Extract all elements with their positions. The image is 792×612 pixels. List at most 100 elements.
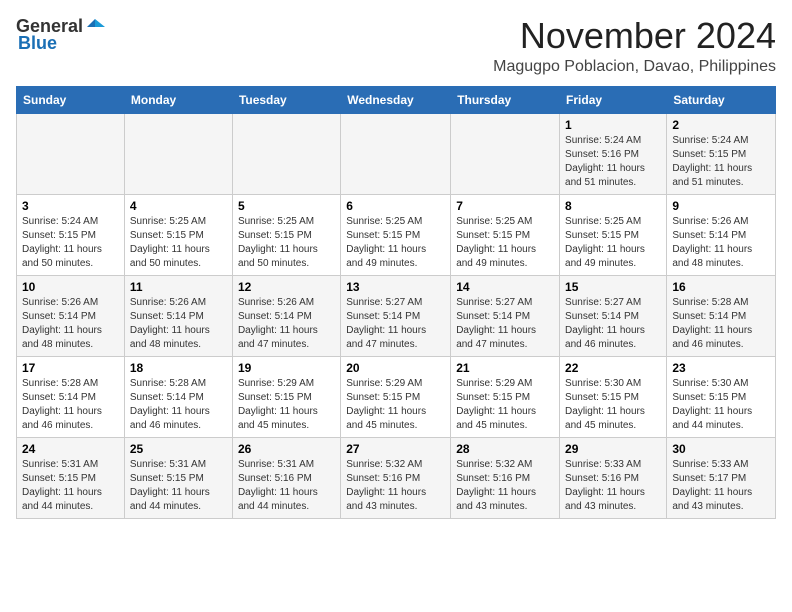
calendar-cell: 14 Sunrise: 5:27 AMSunset: 5:14 PMDayligh… xyxy=(451,275,560,356)
day-detail: Sunrise: 5:25 AMSunset: 5:15 PMDaylight:… xyxy=(238,215,335,271)
logo-bird-icon xyxy=(85,17,105,37)
calendar-cell: 7Sunrise: 5:25 AMSunset: 5:15 PMDaylight… xyxy=(451,194,560,275)
day-number: 15 xyxy=(565,280,661,294)
day-number: 4 xyxy=(130,199,227,213)
logo: General Blue xyxy=(16,16,105,54)
location: Magugpo Poblacion, Davao, Philippines xyxy=(493,58,776,76)
day-number: 28 xyxy=(456,442,554,456)
day-number: 7 xyxy=(456,199,554,213)
calendar-cell: 30 Sunrise: 5:33 AMSunset: 5:17 PMDayligh… xyxy=(667,437,776,518)
day-number: 16 xyxy=(672,280,770,294)
day-number: 23 xyxy=(672,361,770,375)
day-number: 9 xyxy=(672,199,770,213)
day-number: 8 xyxy=(565,199,661,213)
day-detail: Sunrise: 5:28 AMSunset: 5:14 PMDaylight:… xyxy=(130,377,227,433)
calendar-cell xyxy=(341,113,451,194)
day-detail: Sunrise: 5:26 AMSunset: 5:14 PMDaylight:… xyxy=(22,296,119,352)
day-detail: Sunrise: 5:29 AMSunset: 5:15 PMDaylight:… xyxy=(346,377,445,433)
day-number: 22 xyxy=(565,361,661,375)
day-number: 18 xyxy=(130,361,227,375)
weekday-header-wednesday: Wednesday xyxy=(341,86,451,113)
day-number: 19 xyxy=(238,361,335,375)
day-number: 3 xyxy=(22,199,119,213)
day-detail: Sunrise: 5:26 AMSunset: 5:14 PMDaylight:… xyxy=(672,215,770,271)
day-detail: Sunrise: 5:26 AMSunset: 5:14 PMDaylight:… xyxy=(238,296,335,352)
weekday-header-tuesday: Tuesday xyxy=(232,86,340,113)
calendar-cell: 22 Sunrise: 5:30 AMSunset: 5:15 PMDayligh… xyxy=(560,356,667,437)
month-title: November 2024 xyxy=(493,16,776,56)
calendar-cell: 8 Sunrise: 5:25 AMSunset: 5:15 PMDaylight… xyxy=(560,194,667,275)
week-row-5: 24 Sunrise: 5:31 AMSunset: 5:15 PMDayligh… xyxy=(17,437,776,518)
day-detail: Sunrise: 5:25 AMSunset: 5:15 PMDaylight:… xyxy=(130,215,227,271)
calendar-cell: 29Sunrise: 5:33 AMSunset: 5:16 PMDayligh… xyxy=(560,437,667,518)
day-detail: Sunrise: 5:27 AMSunset: 5:14 PMDaylight:… xyxy=(456,296,554,352)
day-number: 12 xyxy=(238,280,335,294)
calendar-cell: 2 Sunrise: 5:24 AMSunset: 5:15 PMDaylight… xyxy=(667,113,776,194)
weekday-header-row: SundayMondayTuesdayWednesdayThursdayFrid… xyxy=(17,86,776,113)
week-row-3: 10 Sunrise: 5:26 AMSunset: 5:14 PMDayligh… xyxy=(17,275,776,356)
day-detail: Sunrise: 5:29 AMSunset: 5:15 PMDaylight:… xyxy=(238,377,335,433)
weekday-header-monday: Monday xyxy=(124,86,232,113)
day-detail: Sunrise: 5:28 AMSunset: 5:14 PMDaylight:… xyxy=(672,296,770,352)
day-detail: Sunrise: 5:28 AMSunset: 5:14 PMDaylight:… xyxy=(22,377,119,433)
calendar-cell: 10 Sunrise: 5:26 AMSunset: 5:14 PMDayligh… xyxy=(17,275,125,356)
day-detail: Sunrise: 5:30 AMSunset: 5:15 PMDaylight:… xyxy=(565,377,661,433)
day-number: 11 xyxy=(130,280,227,294)
calendar-cell: 26 Sunrise: 5:31 AMSunset: 5:16 PMDayligh… xyxy=(232,437,340,518)
day-detail: Sunrise: 5:33 AMSunset: 5:17 PMDaylight:… xyxy=(672,458,770,514)
day-detail: Sunrise: 5:24 AMSunset: 5:16 PMDaylight:… xyxy=(565,134,661,190)
day-detail: Sunrise: 5:29 AMSunset: 5:15 PMDaylight:… xyxy=(456,377,554,433)
calendar-cell: 12 Sunrise: 5:26 AMSunset: 5:14 PMDayligh… xyxy=(232,275,340,356)
day-detail: Sunrise: 5:27 AMSunset: 5:14 PMDaylight:… xyxy=(346,296,445,352)
week-row-4: 17Sunrise: 5:28 AMSunset: 5:14 PMDayligh… xyxy=(17,356,776,437)
day-number: 24 xyxy=(22,442,119,456)
day-number: 14 xyxy=(456,280,554,294)
day-number: 13 xyxy=(346,280,445,294)
week-row-2: 3 Sunrise: 5:24 AMSunset: 5:15 PMDaylight… xyxy=(17,194,776,275)
weekday-header-thursday: Thursday xyxy=(451,86,560,113)
week-row-1: 1 Sunrise: 5:24 AMSunset: 5:16 PMDaylight… xyxy=(17,113,776,194)
day-number: 25 xyxy=(130,442,227,456)
day-detail: Sunrise: 5:31 AMSunset: 5:15 PMDaylight:… xyxy=(22,458,119,514)
day-number: 30 xyxy=(672,442,770,456)
calendar-cell: 27 Sunrise: 5:32 AMSunset: 5:16 PMDayligh… xyxy=(341,437,451,518)
calendar-cell: 19 Sunrise: 5:29 AMSunset: 5:15 PMDayligh… xyxy=(232,356,340,437)
calendar-cell: 23Sunrise: 5:30 AMSunset: 5:15 PMDayligh… xyxy=(667,356,776,437)
day-number: 10 xyxy=(22,280,119,294)
calendar-cell xyxy=(124,113,232,194)
calendar-cell: 3 Sunrise: 5:24 AMSunset: 5:15 PMDaylight… xyxy=(17,194,125,275)
day-number: 1 xyxy=(565,118,661,132)
title-block: November 2024 Magugpo Poblacion, Davao, … xyxy=(493,16,776,76)
calendar-cell: 20 Sunrise: 5:29 AMSunset: 5:15 PMDayligh… xyxy=(341,356,451,437)
day-number: 6 xyxy=(346,199,445,213)
calendar-cell xyxy=(232,113,340,194)
calendar-cell xyxy=(451,113,560,194)
day-number: 2 xyxy=(672,118,770,132)
day-number: 5 xyxy=(238,199,335,213)
calendar-cell: 13 Sunrise: 5:27 AMSunset: 5:14 PMDayligh… xyxy=(341,275,451,356)
calendar-cell: 18 Sunrise: 5:28 AMSunset: 5:14 PMDayligh… xyxy=(124,356,232,437)
day-detail: Sunrise: 5:31 AMSunset: 5:16 PMDaylight:… xyxy=(238,458,335,514)
day-detail: Sunrise: 5:24 AMSunset: 5:15 PMDaylight:… xyxy=(672,134,770,190)
calendar-cell: 28Sunrise: 5:32 AMSunset: 5:16 PMDayligh… xyxy=(451,437,560,518)
day-number: 26 xyxy=(238,442,335,456)
calendar-cell: 17Sunrise: 5:28 AMSunset: 5:14 PMDayligh… xyxy=(17,356,125,437)
calendar-cell: 6 Sunrise: 5:25 AMSunset: 5:15 PMDaylight… xyxy=(341,194,451,275)
day-number: 20 xyxy=(346,361,445,375)
day-number: 29 xyxy=(565,442,661,456)
calendar-cell: 15 Sunrise: 5:27 AMSunset: 5:14 PMDayligh… xyxy=(560,275,667,356)
day-detail: Sunrise: 5:25 AMSunset: 5:15 PMDaylight:… xyxy=(346,215,445,271)
weekday-header-saturday: Saturday xyxy=(667,86,776,113)
calendar-cell: 16 Sunrise: 5:28 AMSunset: 5:14 PMDayligh… xyxy=(667,275,776,356)
day-detail: Sunrise: 5:32 AMSunset: 5:16 PMDaylight:… xyxy=(346,458,445,514)
calendar-cell: 11Sunrise: 5:26 AMSunset: 5:14 PMDayligh… xyxy=(124,275,232,356)
day-detail: Sunrise: 5:25 AMSunset: 5:15 PMDaylight:… xyxy=(565,215,661,271)
day-detail: Sunrise: 5:24 AMSunset: 5:15 PMDaylight:… xyxy=(22,215,119,271)
day-number: 27 xyxy=(346,442,445,456)
day-detail: Sunrise: 5:27 AMSunset: 5:14 PMDaylight:… xyxy=(565,296,661,352)
calendar-cell: 4 Sunrise: 5:25 AMSunset: 5:15 PMDaylight… xyxy=(124,194,232,275)
day-number: 21 xyxy=(456,361,554,375)
calendar-cell: 9 Sunrise: 5:26 AMSunset: 5:14 PMDaylight… xyxy=(667,194,776,275)
day-detail: Sunrise: 5:31 AMSunset: 5:15 PMDaylight:… xyxy=(130,458,227,514)
calendar-cell: 24 Sunrise: 5:31 AMSunset: 5:15 PMDayligh… xyxy=(17,437,125,518)
